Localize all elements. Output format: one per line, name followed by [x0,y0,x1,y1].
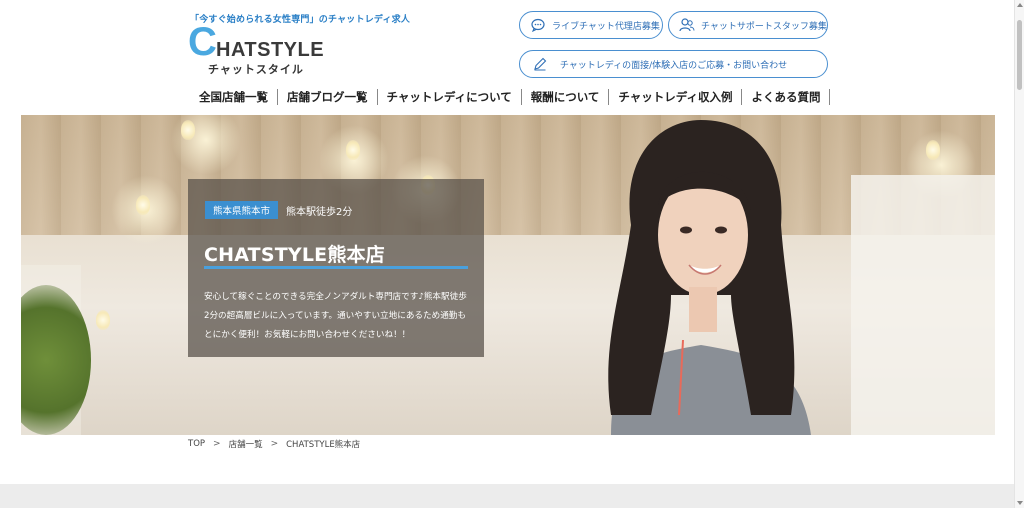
ceiling-lamp [346,140,360,160]
contact-apply-label: チャットレディの面接/体験入店のご応募・お問い合わせ [559,60,788,71]
scrollbar-thumb[interactable] [1017,20,1022,90]
site-logo[interactable]: C HATSTYLE チャットスタイル [188,20,328,76]
chat-bubble-icon [530,17,546,33]
ceiling-lamp [181,120,195,140]
shop-description: 安心して稼ぐことのできる完全ノンアダルト専門店です♪熊本駅徒歩2分の超高層ビルに… [204,292,467,340]
vertical-scrollbar[interactable] [1014,0,1024,508]
station-access: 熊本駅徒歩2分 [286,207,353,218]
breadcrumb-top-link[interactable]: TOP [188,439,205,449]
pencil-icon [532,56,548,72]
breadcrumb-separator: > [270,439,279,449]
nav-about-chatlady[interactable]: チャットレディについて [378,89,522,105]
breadcrumb: TOP > 店舗一覧 > CHATSTYLE熊本店 [188,438,360,450]
nav-rewards[interactable]: 報酬について [522,89,610,105]
main-nav: 全国店舗一覧 店舗ブログ一覧 チャットレディについて 報酬について チャットレデ… [190,88,831,106]
support-staff-recruit-label: チャットサポートスタッフ募集 [701,21,827,32]
nav-shop-blogs[interactable]: 店舗ブログ一覧 [278,89,378,105]
background-wall [851,175,995,435]
next-section-band [0,484,1014,508]
support-staff-recruit-button[interactable]: チャットサポートスタッフ募集 [668,11,828,39]
agency-recruit-label: ライブチャット代理店募集 [552,21,660,32]
people-icon [679,17,695,33]
nav-shop-list[interactable]: 全国店舗一覧 [190,89,278,105]
breadcrumb-current-page: CHATSTYLE熊本店 [286,440,361,450]
ceiling-lamp [96,310,110,330]
city-badge: 熊本県熊本市 [205,201,278,219]
logo-initial: C [188,20,217,64]
logo-subtitle: チャットスタイル [208,63,304,76]
title-underline [204,266,468,269]
page: 「今すぐ始められる女性専門」のチャットレディ求人 C HATSTYLE チャット… [0,0,1024,508]
woman-portrait [608,120,811,435]
nav-income-examples[interactable]: チャットレディ収入例 [609,89,743,105]
hero-image [21,115,995,435]
agency-recruit-button[interactable]: ライブチャット代理店募集 [519,11,663,39]
ceiling-lamp [926,140,940,160]
scroll-up-arrow-icon[interactable] [1017,3,1023,7]
scroll-down-arrow-icon[interactable] [1017,501,1023,505]
breadcrumb-separator: > [213,439,221,449]
logo-wordmark: HATSTYLE [216,39,325,61]
ceiling-lamp [136,195,150,215]
nav-faq[interactable]: よくある質問 [742,89,831,105]
shop-name: CHATSTYLE熊本店 [204,244,385,266]
breadcrumb-shop-list-link[interactable]: 店舗一覧 [229,438,263,450]
contact-apply-button[interactable]: チャットレディの面接/体験入店のご応募・お問い合わせ [519,50,828,78]
